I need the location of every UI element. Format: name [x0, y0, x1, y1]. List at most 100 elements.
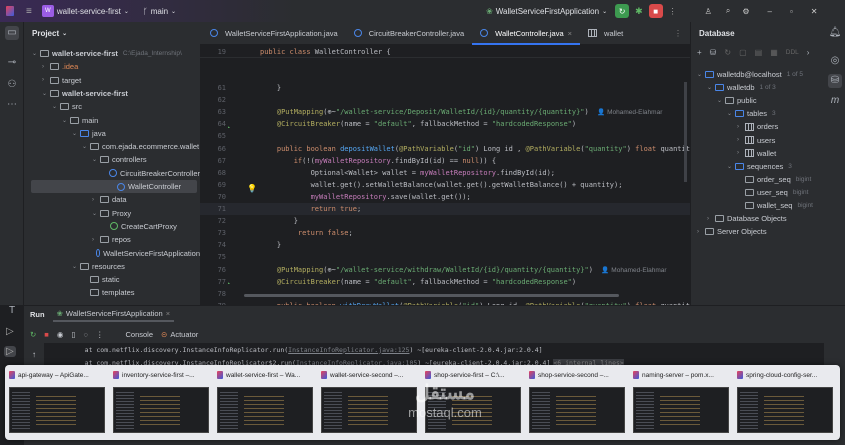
- rerun-button[interactable]: ↻: [615, 4, 630, 18]
- chevron-down-icon[interactable]: ⌄: [727, 110, 735, 117]
- project-tree-item[interactable]: › repos: [24, 233, 200, 246]
- build-icon[interactable]: T: [5, 304, 19, 318]
- project-tree-item[interactable]: CircuitBreakerController: [24, 167, 200, 180]
- project-tree-item[interactable]: ⌄ src: [24, 100, 200, 113]
- intention-bulb-icon[interactable]: 💡: [247, 184, 257, 193]
- project-tree-item[interactable]: ⌄ wallet-service-first: [24, 87, 200, 100]
- chevron-right-icon[interactable]: ›: [92, 237, 100, 243]
- camera-icon[interactable]: ◉: [57, 330, 64, 339]
- project-tree-item[interactable]: ⌄ wallet-service-first C:\Ejada_Internship…: [24, 47, 200, 60]
- chevron-down-icon[interactable]: ⌄: [52, 103, 60, 110]
- project-tree-item[interactable]: CreateCartProxy: [24, 220, 200, 233]
- switcher-window[interactable]: wallet-service-first – Wa...: [217, 369, 317, 437]
- project-tree-item[interactable]: ⌄ com.ejada.ecommerce.wallet: [24, 140, 200, 153]
- code-line[interactable]: 71 return true;: [200, 203, 690, 215]
- code-line[interactable]: 65: [200, 130, 690, 142]
- chevron-right-icon[interactable]: ›: [92, 197, 100, 203]
- database-tree-item[interactable]: › users: [691, 134, 775, 147]
- project-tree-item[interactable]: › .idea: [24, 60, 200, 73]
- chevron-down-icon[interactable]: ⌄: [717, 97, 725, 104]
- chevron-down-icon[interactable]: ⌄: [707, 84, 715, 91]
- branch-selector[interactable]: ᚴ main ⌄: [143, 7, 176, 16]
- run-config-tab[interactable]: ❀ WalletServiceFirstApplication ×: [52, 307, 175, 322]
- project-tree-item[interactable]: WalletServiceFirstApplication: [24, 247, 200, 260]
- project-tree-item[interactable]: static: [24, 273, 200, 286]
- more-icon[interactable]: ⋮: [669, 7, 677, 16]
- chevron-right-icon[interactable]: ›: [807, 48, 810, 57]
- datasource-properties-icon[interactable]: ⛁: [710, 48, 717, 57]
- project-tool-icon[interactable]: ▭: [5, 26, 19, 40]
- project-tree-item[interactable]: templates: [24, 286, 200, 299]
- actuator-tab[interactable]: ⊝ Actuator: [161, 330, 198, 339]
- chevron-down-icon[interactable]: ⌄: [42, 90, 50, 97]
- project-tree-item[interactable]: › data: [24, 193, 200, 206]
- chevron-right-icon[interactable]: ›: [42, 64, 50, 70]
- project-tree-item[interactable]: › target: [24, 74, 200, 87]
- user-icon[interactable]: ♙: [705, 7, 712, 16]
- project-tree-item[interactable]: ⌄ Proxy: [24, 207, 200, 220]
- code-line[interactable]: 19 public class WalletController {: [200, 46, 690, 58]
- notifications-icon[interactable]: 🔔︎: [828, 26, 842, 40]
- run-gutter-icon[interactable]: ◔: [226, 125, 230, 132]
- chevron-right-icon[interactable]: ›: [42, 77, 50, 83]
- database-tree-item[interactable]: ⌄ walletdb 1 of 3: [691, 81, 776, 94]
- run-gutter-icon[interactable]: ◔: [226, 281, 230, 288]
- editor-tab[interactable]: CircuitBreakerController.java: [346, 22, 472, 45]
- code-line[interactable]: 63 @PutMapping (⊕~ "/wallet-service/Deposi…: [200, 106, 690, 118]
- close-icon[interactable]: ×: [166, 309, 170, 318]
- ddl-button[interactable]: DDL: [786, 49, 799, 56]
- switcher-window[interactable]: spring-cloud-config-ser...: [737, 369, 837, 437]
- chevron-down-icon[interactable]: ⌄: [727, 163, 735, 170]
- code-line[interactable]: 73 return false;: [200, 227, 690, 239]
- database-tree-item[interactable]: ⌄ walletdb@localhost 1 of 5: [691, 68, 803, 81]
- code-line[interactable]: 69 wallet.get().setWalletBalance(wallet.…: [200, 179, 690, 191]
- horizontal-scrollbar[interactable]: [244, 294, 619, 297]
- database-tree-item[interactable]: › wallet: [691, 147, 776, 160]
- code-line[interactable]: 62: [200, 94, 690, 106]
- chevron-right-icon[interactable]: ›: [737, 150, 745, 156]
- code-line[interactable]: 61 }: [200, 82, 690, 94]
- editor-tab[interactable]: wallet: [580, 22, 631, 45]
- stop-icon[interactable]: ■: [44, 330, 49, 339]
- database-tree-item[interactable]: order_seq bigint: [691, 173, 811, 186]
- ai-assistant-icon[interactable]: ◎: [828, 54, 842, 68]
- run-config-selector[interactable]: ❀ WalletServiceFirstApplication ⌄: [486, 7, 607, 16]
- code-line[interactable]: 72 }: [200, 215, 690, 227]
- stop-button[interactable]: ■: [648, 4, 663, 18]
- editor-tab[interactable]: WalletController.java ×: [472, 22, 580, 45]
- search-icon[interactable]: ⌕: [726, 6, 730, 16]
- chevron-right-icon[interactable]: ›: [697, 229, 705, 235]
- project-tree-item[interactable]: ⌄ java: [24, 127, 200, 140]
- table-view-icon[interactable]: ▤: [755, 48, 763, 57]
- database-tree-item[interactable]: › Database Objects: [691, 212, 787, 225]
- add-icon[interactable]: +: [697, 48, 702, 57]
- database-tree-item[interactable]: › Server Objects: [691, 225, 767, 238]
- dump-threads-icon[interactable]: ▯: [71, 330, 75, 339]
- gear-icon[interactable]: ⚙: [742, 7, 749, 16]
- close-button[interactable]: ✕: [811, 7, 818, 16]
- tabs-more-icon[interactable]: ⋮: [674, 29, 682, 38]
- chevron-down-icon[interactable]: ⌄: [92, 210, 100, 217]
- scroll-up-icon[interactable]: ↑: [32, 350, 36, 359]
- close-icon[interactable]: ×: [568, 29, 572, 38]
- project-tree-item[interactable]: ⌄ main: [24, 114, 200, 127]
- project-panel-header[interactable]: Project ⌄: [24, 22, 200, 45]
- code-line[interactable]: 66 public boolean depositWallet(@PathVar…: [200, 143, 695, 155]
- minimize-button[interactable]: –: [767, 7, 771, 16]
- commit-icon[interactable]: ⊸: [5, 56, 19, 70]
- chevron-right-icon[interactable]: ›: [707, 216, 715, 222]
- code-line[interactable]: 67 if (!(myWalletRepository .findById(id) …: [200, 155, 690, 167]
- switcher-window[interactable]: shop-service-second –...: [529, 369, 629, 437]
- maven-icon[interactable]: m: [828, 94, 842, 108]
- chevron-right-icon[interactable]: ›: [737, 137, 745, 143]
- vertical-scrollbar[interactable]: [684, 82, 687, 182]
- code-line[interactable]: 68 Optional<Wallet> wallet = myWalletRep…: [200, 167, 690, 179]
- main-menu-icon[interactable]: ≡: [26, 6, 32, 17]
- chevron-down-icon[interactable]: ⌄: [82, 143, 90, 150]
- chevron-down-icon[interactable]: ⌄: [32, 50, 40, 57]
- project-tree-item[interactable]: WalletController: [31, 180, 197, 193]
- restore-button[interactable]: ▫: [790, 7, 793, 16]
- services-tool-icon[interactable]: ▷: [4, 346, 16, 357]
- code-line[interactable]: 64 @CircuitBreaker (name = "default", fal…: [200, 118, 690, 130]
- switcher-window[interactable]: api-gateway – ApiGate...: [9, 369, 109, 437]
